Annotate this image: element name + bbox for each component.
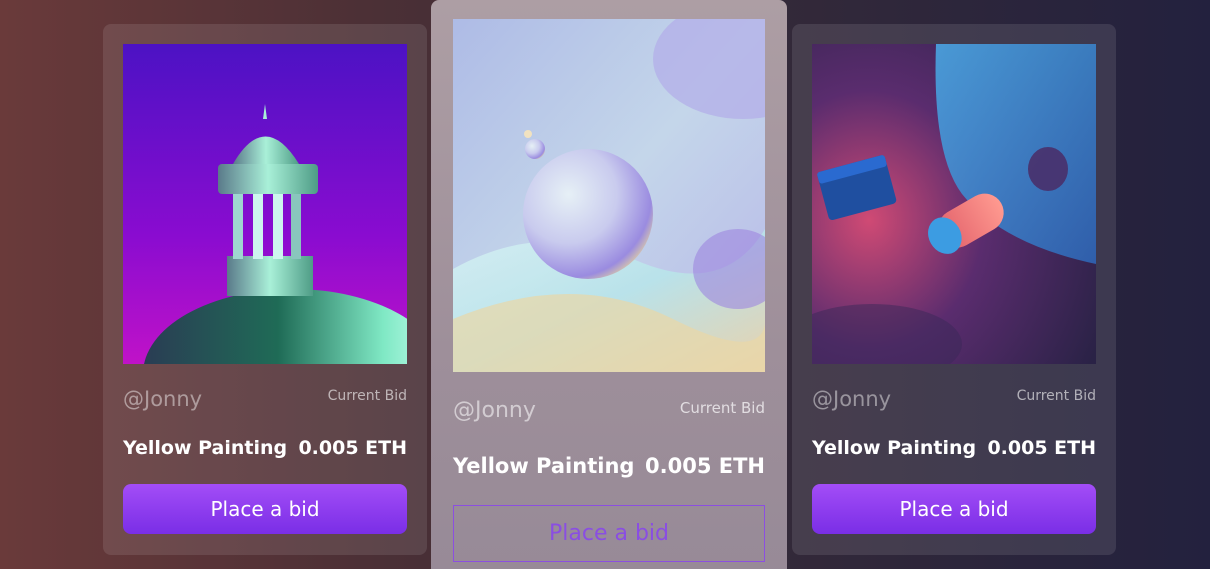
artwork-price: 0.005 ETH [298, 437, 407, 459]
planet-spheres-image [453, 19, 765, 372]
creator-handle[interactable]: @Jonny [812, 387, 891, 411]
current-bid-label: Current Bid [327, 388, 407, 404]
artwork-title: Yellow Painting [812, 437, 977, 459]
current-bid-label: Current Bid [679, 399, 765, 417]
planet-spheres-artwork[interactable] [453, 19, 765, 372]
artwork-title: Yellow Painting [123, 437, 288, 459]
place-bid-button[interactable]: Place a bid [453, 505, 765, 562]
nft-card-right[interactable]: @Jonny Current Bid Yellow Painting 0.005… [792, 24, 1116, 555]
tower-dome-artwork[interactable] [123, 44, 407, 364]
current-bid-label: Current Bid [1016, 388, 1096, 404]
artwork-price: 0.005 ETH [987, 437, 1096, 459]
creator-handle[interactable]: @Jonny [123, 387, 202, 411]
artwork-price: 0.005 ETH [645, 454, 765, 478]
nft-card-center[interactable]: @Jonny Current Bid Yellow Painting 0.005… [431, 0, 787, 569]
tower-dome-image [123, 44, 407, 364]
floating-shapes-artwork[interactable] [812, 44, 1096, 364]
nft-card-left[interactable]: @Jonny Current Bid Yellow Painting 0.005… [103, 24, 427, 555]
floating-shapes-image [812, 44, 1096, 364]
creator-handle[interactable]: @Jonny [453, 398, 536, 423]
artwork-title: Yellow Painting [453, 454, 635, 478]
place-bid-button[interactable]: Place a bid [123, 484, 407, 534]
place-bid-button[interactable]: Place a bid [812, 484, 1096, 534]
